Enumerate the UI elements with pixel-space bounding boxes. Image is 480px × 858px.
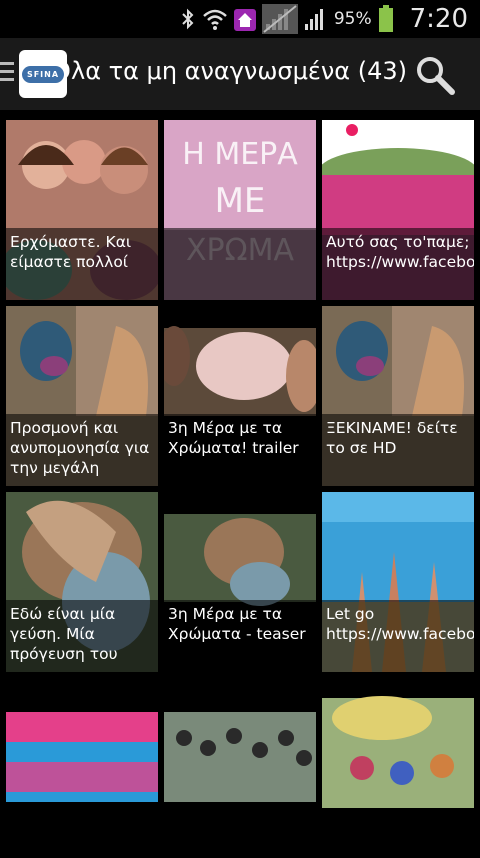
- caption-overlay: 3η Μέρα με τα Χρώματα - teaser: [164, 600, 316, 672]
- no-signal-icon: [261, 4, 298, 34]
- search-icon[interactable]: [412, 52, 458, 98]
- article-tile[interactable]: Αυτό σας το'παμε; https://www.facebook.c…: [322, 120, 474, 300]
- page-title: Όλα τα μη αναγνωσμένα (43): [67, 57, 407, 85]
- article-thumbnail: [322, 678, 474, 858]
- article-tile[interactable]: Προσμονή και ανυπομονησία για την μεγάλη: [6, 306, 158, 486]
- article-caption: Εδώ είναι μία γεύση. Μία πρόγευση του: [10, 605, 118, 663]
- article-tile[interactable]: [6, 678, 158, 858]
- caption-overlay: 3η Μέρα με τα Χρώματα! trailer: [164, 414, 316, 486]
- home-notification-icon: [233, 9, 256, 31]
- signal-icon: [304, 9, 323, 30]
- caption-overlay: Αυτό σας το'παμε; https://www.facebook.c…: [322, 228, 474, 300]
- article-tile[interactable]: 3η Μέρα με τα Χρώματα - teaser: [164, 492, 316, 672]
- battery-icon: [378, 5, 393, 32]
- battery-percent: 95%: [333, 9, 372, 29]
- article-tile[interactable]: Εδώ είναι μία γεύση. Μία πρόγευση του: [6, 492, 158, 672]
- article-thumbnail: [6, 678, 158, 858]
- article-caption: Let go https://www.facebook.com/: [326, 605, 474, 643]
- caption-overlay: Let go https://www.facebook.com/: [322, 600, 474, 672]
- article-caption: 3η Μέρα με τα Χρώματα! trailer: [168, 419, 299, 457]
- status-bar: 95% 7:20: [0, 0, 480, 38]
- article-tile[interactable]: Let go https://www.facebook.com/: [322, 492, 474, 672]
- article-tile[interactable]: 3η Μέρα με τα Χρώματα! trailer: [164, 306, 316, 486]
- article-grid: Ερχόμαστε. Και είμαστε πολλοί Η ΜΕΡΑ ΜΕ …: [0, 110, 480, 858]
- article-caption: Προσμονή και ανυπομονησία για την μεγάλη: [10, 419, 150, 477]
- article-tile[interactable]: [164, 678, 316, 858]
- action-bar: SFINA Όλα τα μη αναγνωσμένα (43): [0, 38, 480, 110]
- wifi-icon: [202, 9, 227, 30]
- status-icons: 95% 7:20: [180, 0, 468, 38]
- article-caption: Ερχόμαστε. Και είμαστε πολλοί: [10, 233, 132, 271]
- bluetooth-icon: [182, 8, 194, 30]
- article-tile[interactable]: Ερχόμαστε. Και είμαστε πολλοί: [6, 120, 158, 300]
- svg-text:ΜΕ: ΜΕ: [215, 181, 266, 221]
- caption-overlay: ΞΕΚΙΝΑΜΕ! δείτε το σε HD: [322, 414, 474, 486]
- article-thumbnail: [164, 678, 316, 858]
- article-tile[interactable]: [322, 678, 474, 858]
- svg-text:Η ΜΕΡΑ: Η ΜΕΡΑ: [182, 137, 298, 172]
- caption-overlay: Εδώ είναι μία γεύση. Μία πρόγευση του: [6, 600, 158, 672]
- caption-overlay: Προσμονή και ανυπομονησία για την μεγάλη: [6, 414, 158, 486]
- article-tile[interactable]: Η ΜΕΡΑ ΜΕ ΧΡΩΜΑ: [164, 120, 316, 300]
- article-tile[interactable]: ΞΕΚΙΝΑΜΕ! δείτε το σε HD: [322, 306, 474, 486]
- clock: 7:20: [409, 4, 468, 34]
- article-caption: Αυτό σας το'παμε; https://www.facebook.c…: [326, 233, 474, 271]
- title-container: Όλα τα μη αναγνωσμένα (43): [67, 38, 407, 110]
- caption-overlay: Ερχόμαστε. Και είμαστε πολλοί: [6, 228, 158, 300]
- caption-overlay: [164, 228, 316, 300]
- article-caption: ΞΕΚΙΝΑΜΕ! δείτε το σε HD: [326, 419, 458, 457]
- app-logo[interactable]: SFINA: [19, 50, 67, 98]
- article-caption: 3η Μέρα με τα Χρώματα - teaser: [168, 605, 306, 643]
- app-logo-text: SFINA: [22, 65, 64, 83]
- drawer-menu-icon[interactable]: [0, 62, 14, 86]
